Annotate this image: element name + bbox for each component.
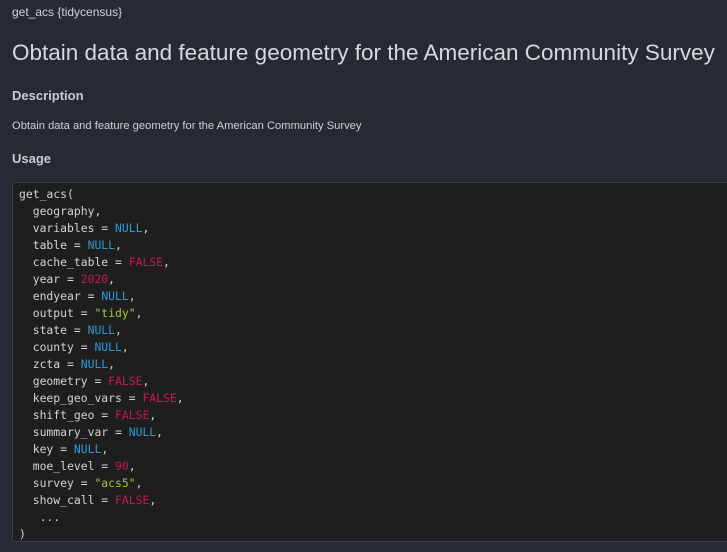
description-heading: Description — [12, 88, 84, 103]
code-line: summary_var = NULL, — [32, 425, 164, 439]
code-arg-name: geometry — [32, 374, 88, 388]
code-line: variables = NULL, — [32, 221, 150, 235]
code-line: state = NULL, — [32, 323, 122, 337]
code-arg-name: endyear — [32, 289, 81, 303]
code-arg-value: FALSE — [108, 374, 143, 388]
code-arg-name: shift_geo — [32, 408, 95, 422]
code-arg-name: survey — [32, 476, 74, 490]
code-arg-value: NULL — [73, 442, 102, 456]
code-arg-value: NULL — [115, 221, 143, 235]
code-arg-value: NULL — [128, 425, 157, 439]
code-arg-name: keep_geo_vars — [32, 391, 122, 405]
code-arg-value: FALSE — [115, 493, 150, 507]
description-text: Obtain data and feature geometry for the… — [12, 120, 362, 132]
code-line: keep_geo_vars = FALSE, — [32, 391, 184, 405]
code-arg-name: zcta — [32, 357, 61, 371]
code-arg-value: FALSE — [142, 391, 177, 405]
code-line: zcta = NULL, — [32, 357, 116, 371]
code-arg-value: NULL — [101, 289, 129, 303]
code-arg-value: FALSE — [128, 255, 164, 269]
code-arg-name: summary_var — [32, 425, 109, 439]
usage-heading: Usage — [12, 151, 52, 166]
page-title: Obtain data and feature geometry for the… — [12, 40, 715, 65]
code-line: get_acs( — [19, 186, 184, 203]
code-arg-name: cache_table — [32, 255, 109, 269]
code-line: ... — [19, 509, 184, 526]
code-arg-name: state — [32, 323, 68, 337]
code-line: shift_geo = FALSE, — [32, 408, 157, 422]
code-arg-name: show_call — [32, 493, 95, 507]
code-line: endyear = NULL, — [32, 289, 136, 303]
code-arg-name: key — [32, 442, 54, 456]
code-arg-name: moe_level — [32, 459, 95, 473]
code-line: output = "tidy", — [32, 306, 143, 320]
code-arg-name: output — [32, 306, 74, 320]
code-line: survey = "acs5", — [32, 476, 143, 490]
code-line: table = NULL, — [32, 238, 122, 252]
code-line: show_call = FALSE, — [32, 493, 157, 507]
help-topbar: get_acs {tidycensus} — [0, 0, 727, 26]
code-text: ) — [19, 527, 26, 541]
code-arg-value: 90 — [115, 459, 129, 473]
code-arg-value: NULL — [80, 357, 109, 371]
code-arg-value: NULL — [87, 323, 116, 337]
code-text: ... — [19, 510, 61, 524]
code-line: ) — [19, 526, 184, 541]
code-line: county = NULL, — [32, 340, 129, 354]
code-line: geography, — [32, 204, 102, 218]
code-arg-value: FALSE — [115, 408, 150, 422]
code-line: geometry = FALSE, — [32, 374, 150, 388]
code-arg-name: year — [32, 272, 61, 286]
code-line: key = NULL, — [32, 442, 109, 456]
code-line: cache_table = FALSE, — [32, 255, 170, 269]
code-text: get_acs( — [19, 187, 74, 201]
code-line: moe_level = 90, — [32, 459, 136, 473]
usage-code-box[interactable]: get_acs( geography, variables = NULL, ta… — [12, 182, 727, 542]
code-arg-value: 2020 — [80, 272, 109, 286]
code-arg-value: NULL — [87, 238, 116, 252]
code-arg-value: "tidy" — [94, 306, 136, 320]
package-title: get_acs {tidycensus} — [12, 5, 123, 19]
code-arg-value: "acs5" — [94, 476, 136, 490]
code-arg-name: geography — [32, 204, 95, 218]
code-arg-name: variables — [32, 221, 95, 235]
code-arg-name: county — [32, 340, 74, 354]
usage-code-block[interactable]: get_acs( geography, variables = NULL, ta… — [19, 186, 184, 541]
code-line: year = 2020, — [32, 272, 116, 286]
code-arg-value: NULL — [94, 340, 122, 354]
code-arg-name: table — [32, 238, 68, 252]
